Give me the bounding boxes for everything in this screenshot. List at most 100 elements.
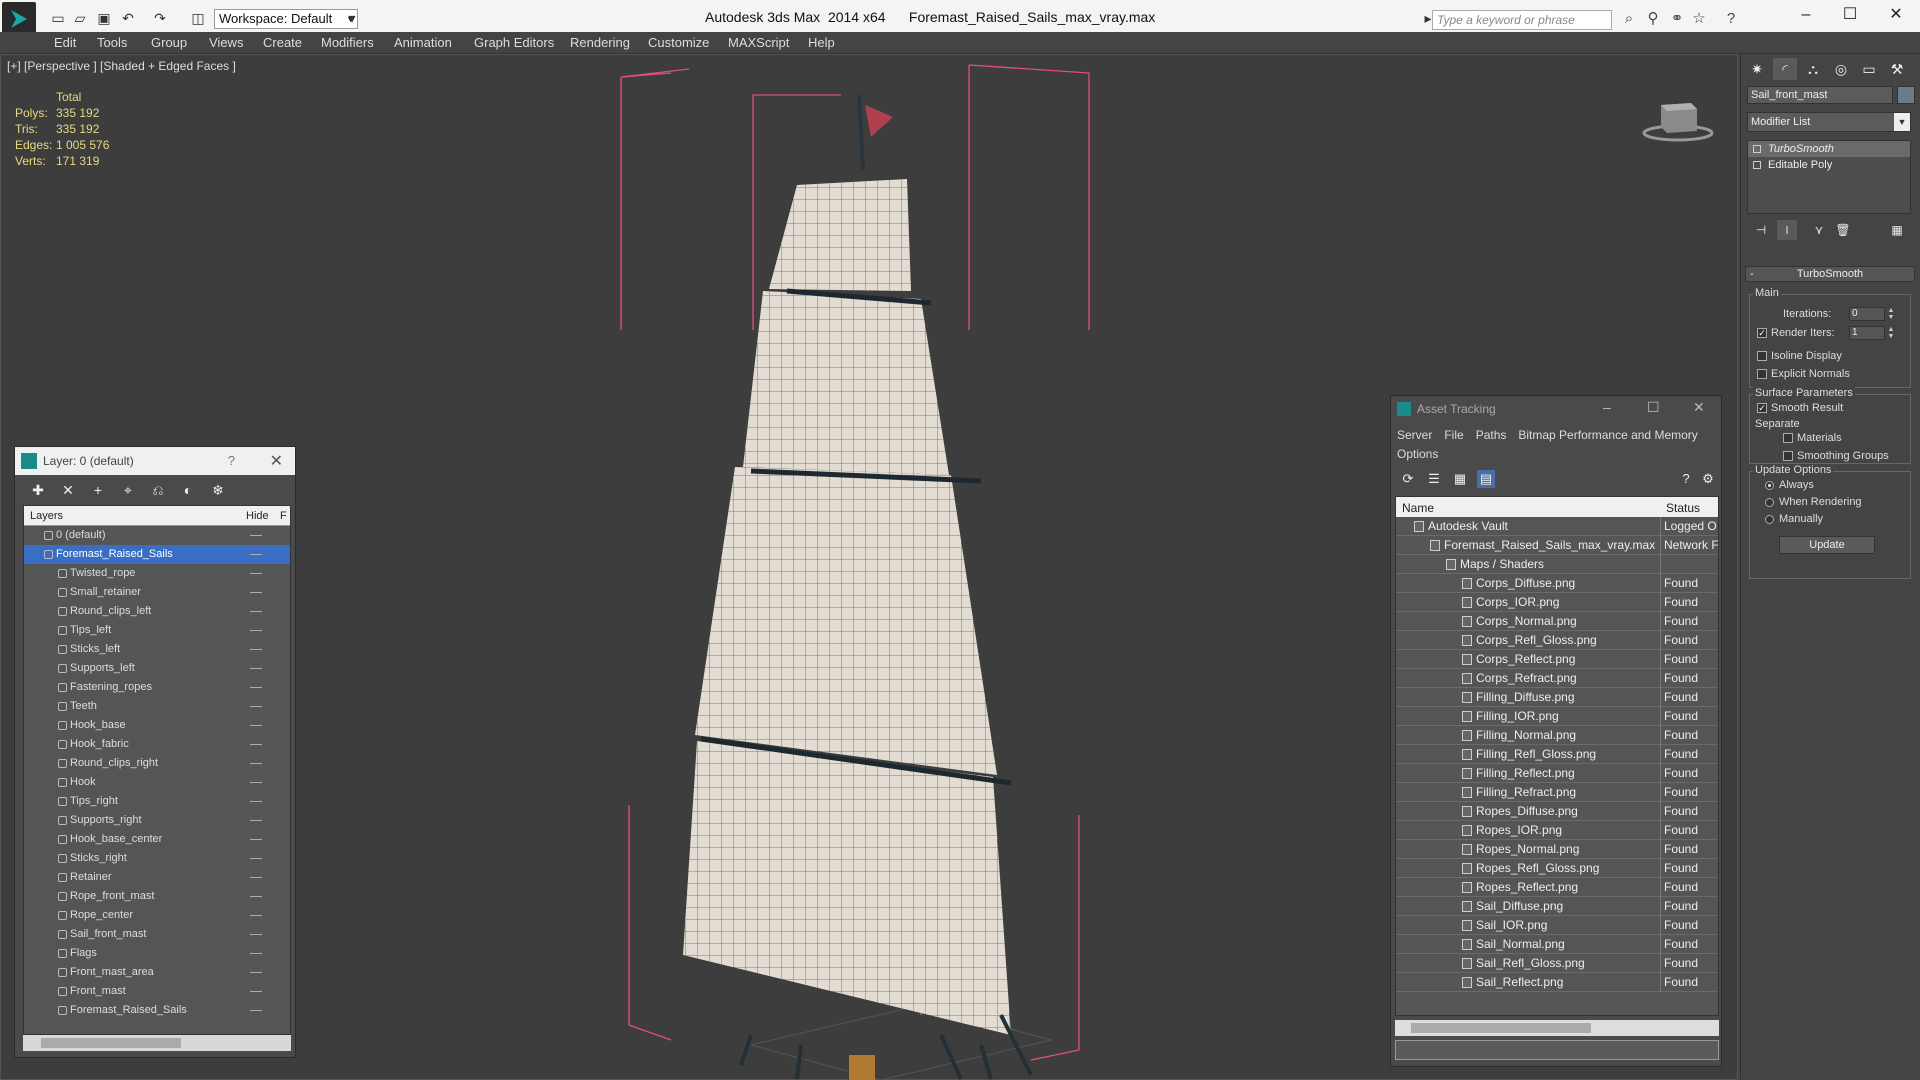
menu-views[interactable]: Views xyxy=(209,35,243,50)
layer-row[interactable]: Rope_center xyxy=(24,906,290,925)
asset-row[interactable]: Sail_Normal.png Found xyxy=(1396,935,1718,954)
lightbulb-icon[interactable] xyxy=(1753,145,1761,153)
binoculars-icon[interactable]: ⌕ xyxy=(1620,10,1638,28)
column-freeze[interactable]: F xyxy=(280,510,287,522)
iterations-spinner[interactable]: 0 xyxy=(1849,307,1885,321)
layer-window-titlebar[interactable]: Layer: 0 (default) ? ✕ xyxy=(15,447,295,475)
asset-menu-server[interactable]: Server xyxy=(1397,428,1432,442)
render-iters-checkbox[interactable]: ✓ xyxy=(1757,328,1767,338)
when-rendering-radio[interactable] xyxy=(1765,498,1774,507)
hide-toggle[interactable] xyxy=(250,801,262,802)
hide-toggle[interactable] xyxy=(250,535,262,536)
always-radio[interactable] xyxy=(1765,481,1774,490)
asset-row[interactable]: Ropes_Reflect.png Found xyxy=(1396,878,1718,897)
menu-help[interactable]: Help xyxy=(808,35,835,50)
close-icon[interactable]: ✕ xyxy=(270,451,283,471)
remove-modifier-icon[interactable]: 🗑 xyxy=(1833,220,1853,240)
asset-row[interactable]: Ropes_Refl_Gloss.png Found xyxy=(1396,859,1718,878)
maximize-icon[interactable]: ☐ xyxy=(1830,4,1870,26)
asset-row[interactable]: Filling_Refract.png Found xyxy=(1396,783,1718,802)
stack-item-editable-poly[interactable]: Editable Poly xyxy=(1748,157,1910,173)
layer-row[interactable]: 0 (default) xyxy=(24,526,290,545)
hide-toggle[interactable] xyxy=(250,915,262,916)
layer-row[interactable]: Tips_right xyxy=(24,792,290,811)
open-file-icon[interactable]: ▱ xyxy=(72,10,88,26)
menu-customize[interactable]: Customize xyxy=(648,35,709,50)
asset-row[interactable]: Corps_IOR.png Found xyxy=(1396,593,1718,612)
layer-row[interactable]: Retainer xyxy=(24,868,290,887)
ship-model[interactable] xyxy=(601,55,1101,1080)
hide-toggle[interactable] xyxy=(250,839,262,840)
add-to-layer-icon[interactable]: + xyxy=(87,479,109,501)
create-tab-icon[interactable]: ✷ xyxy=(1745,58,1769,80)
column-name[interactable]: Name xyxy=(1402,501,1434,515)
hide-toggle[interactable] xyxy=(250,1010,262,1011)
freeze-all-icon[interactable]: ❄ xyxy=(207,479,229,501)
minimize-icon[interactable]: – xyxy=(1603,399,1611,415)
list-view-icon[interactable]: ☰ xyxy=(1425,470,1443,488)
object-color-swatch[interactable] xyxy=(1897,86,1915,104)
isoline-checkbox[interactable] xyxy=(1757,351,1767,361)
hide-toggle[interactable] xyxy=(250,782,262,783)
modifier-list-dropdown[interactable]: Modifier List ▼ xyxy=(1747,112,1911,132)
hierarchy-tab-icon[interactable]: ⛬ xyxy=(1801,58,1825,80)
workspace-menu-icon[interactable]: ▾ xyxy=(344,10,360,26)
redo-icon[interactable]: ↷ xyxy=(152,10,168,26)
render-iters-spinner[interactable]: 1 xyxy=(1849,326,1885,340)
asset-row[interactable]: Corps_Normal.png Found xyxy=(1396,612,1718,631)
layer-row[interactable]: Supports_right xyxy=(24,811,290,830)
new-file-icon[interactable]: ▭ xyxy=(50,10,66,26)
select-objects-icon[interactable]: ⌖ xyxy=(117,479,139,501)
asset-menu-bitmap[interactable]: Bitmap Performance and Memory xyxy=(1518,428,1697,442)
layer-row[interactable]: Sail_front_mast xyxy=(24,925,290,944)
help-icon[interactable]: ? xyxy=(228,453,235,468)
layer-row[interactable]: Hook xyxy=(24,773,290,792)
asset-window-titlebar[interactable]: Asset Tracking – ☐ ✕ xyxy=(1391,396,1721,422)
utilities-tab-icon[interactable]: ⚒ xyxy=(1885,58,1909,80)
delete-layer-icon[interactable]: ✕ xyxy=(57,479,79,501)
hide-toggle[interactable] xyxy=(250,953,262,954)
detail-view-icon[interactable]: ▦ xyxy=(1451,470,1469,488)
asset-row[interactable]: Filling_Reflect.png Found xyxy=(1396,764,1718,783)
horizontal-scrollbar[interactable] xyxy=(23,1035,291,1051)
asset-row[interactable]: Corps_Refl_Gloss.png Found xyxy=(1396,631,1718,650)
scrollbar-thumb[interactable] xyxy=(41,1038,181,1048)
app-logo-icon[interactable] xyxy=(2,2,36,36)
layer-row[interactable]: Supports_left xyxy=(24,659,290,678)
hide-toggle[interactable] xyxy=(250,706,262,707)
project-folder-icon[interactable]: ◫ xyxy=(190,10,206,26)
modify-tab-icon[interactable]: ◜ xyxy=(1773,58,1797,80)
asset-row[interactable]: Ropes_Diffuse.png Found xyxy=(1396,802,1718,821)
highlight-layer-icon[interactable]: ⎌ xyxy=(147,479,169,501)
menu-create[interactable]: Create xyxy=(263,35,302,50)
search-input[interactable]: Type a keyword or phrase xyxy=(1432,10,1612,30)
spinner-arrows-icon[interactable]: ▲ ▼ xyxy=(1887,307,1895,321)
asset-row[interactable]: Sail_IOR.png Found xyxy=(1396,916,1718,935)
layer-row[interactable]: Teeth xyxy=(24,697,290,716)
maximize-icon[interactable]: ☐ xyxy=(1647,399,1660,416)
hide-toggle[interactable] xyxy=(250,934,262,935)
layer-row[interactable]: Hook_base xyxy=(24,716,290,735)
hide-toggle[interactable] xyxy=(250,820,262,821)
layer-row[interactable]: Hook_fabric xyxy=(24,735,290,754)
expand-icon[interactable] xyxy=(1753,161,1761,169)
configure-sets-icon[interactable]: ▦ xyxy=(1887,220,1907,240)
smooth-result-checkbox[interactable]: ✓ xyxy=(1757,403,1767,413)
hide-toggle[interactable] xyxy=(250,972,262,973)
asset-row[interactable]: Sail_Diffuse.png Found xyxy=(1396,897,1718,916)
asset-row[interactable]: Filling_Refl_Gloss.png Found xyxy=(1396,745,1718,764)
hide-toggle[interactable] xyxy=(250,573,262,574)
close-icon[interactable]: ✕ xyxy=(1876,4,1916,26)
asset-row[interactable]: Foremast_Raised_Sails_max_vray.max Networ… xyxy=(1396,536,1718,555)
asset-row[interactable]: Corps_Diffuse.png Found xyxy=(1396,574,1718,593)
asset-row[interactable]: Sail_Refl_Gloss.png Found xyxy=(1396,954,1718,973)
column-layers[interactable]: Layers xyxy=(30,510,63,522)
asset-row[interactable]: Maps / Shaders xyxy=(1396,555,1718,574)
layer-row[interactable]: Round_clips_left xyxy=(24,602,290,621)
display-tab-icon[interactable]: ▭ xyxy=(1857,58,1881,80)
layer-row[interactable]: Round_clips_right xyxy=(24,754,290,773)
hide-all-icon[interactable]: ◐ xyxy=(177,479,199,501)
layer-row[interactable]: Foremast_Raised_Sails xyxy=(24,1001,290,1020)
close-icon[interactable]: ✕ xyxy=(1693,399,1705,416)
hide-toggle[interactable] xyxy=(250,877,262,878)
